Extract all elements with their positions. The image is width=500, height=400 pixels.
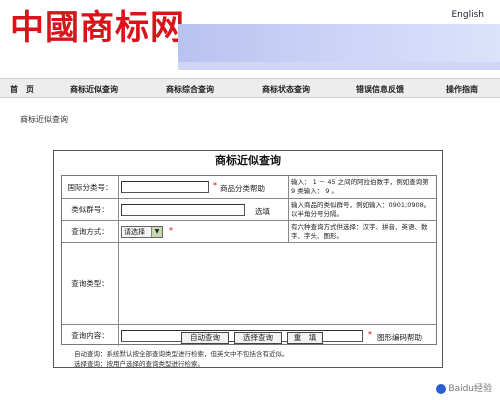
nav-item-guide[interactable]: 操作指南 [446,84,478,95]
class-no-input[interactable] [121,181,209,193]
button-bar: 自动查询 选择查询 重 填 [54,331,442,345]
group-no-input[interactable] [121,204,245,216]
query-mode-select[interactable]: 请选择 ▼ [121,226,163,238]
row-query-mode: 查询方式： 请选择 ▼ * 有六种查询方式供选择：汉字、拼音、英语、数字、字头、… [62,220,436,242]
chevron-down-icon[interactable]: ▼ [151,227,162,237]
breadcrumb: 商标近似查询 [20,115,68,124]
main-nav: 首 页 商标近似查询 商标综合查询 商标状态查询 错误信息反馈 操作指南 [0,78,500,98]
paw-icon [436,383,447,394]
required-star: * [169,226,173,235]
search-panel: 商标近似查询 国际分类号： * 商品分类帮助 输入： 1 － 45 之间的阿拉伯… [53,150,443,368]
nav-item-status-search[interactable]: 商标状态查询 [262,84,310,95]
query-mode-cell: 请选择 ▼ * [119,221,289,242]
group-select-link[interactable]: 选填 [255,206,270,217]
group-no-cell: 选填 [119,199,289,220]
note-select-search: 选择查询：按用户选择的查询类型进行检索。 [74,360,204,368]
group-no-hint: 输入商品的类似群号，例如输入：0901;0908。以半角分号分隔。 [291,201,431,218]
row-query-type: 查询类型： [62,242,436,324]
site-header: 中國商标网 English [0,0,500,76]
class-no-hint: 输入： 1 － 45 之间的阿拉伯数字，例如查询第 9 类输入： 9 。 [291,178,429,195]
class-no-cell: * 商品分类帮助 [119,176,289,198]
query-mode-hint: 有六种查询方式供选择：汉字、拼音、英语、数字、字头、图形。 [291,223,428,240]
english-link[interactable]: English [452,10,485,20]
nav-item-comprehensive-search[interactable]: 商标综合查询 [166,84,214,95]
watermark: Baidu经验 [436,381,492,394]
class-help-link[interactable]: 商品分类帮助 [220,183,265,194]
required-star: * [213,181,217,190]
site-logo[interactable]: 中國商标网 [10,8,185,48]
note-auto-search: 自动查询：系统默认按全部查询类型进行检索，但英文中不包括含有近似。 [74,350,289,358]
panel-title: 商标近似查询 [215,154,281,167]
group-no-label: 类似群号： [62,199,119,220]
query-mode-label: 查询方式： [62,221,119,242]
class-no-label: 国际分类号： [62,176,119,198]
nav-item-home[interactable]: 首 页 [10,84,34,95]
query-type-area[interactable] [119,243,437,324]
reset-button[interactable]: 重 填 [287,332,323,344]
watermark-text: Baidu经验 [448,384,492,394]
auto-search-button[interactable]: 自动查询 [181,332,229,344]
query-type-label: 查询类型： [62,243,119,324]
search-notes: 自动查询：系统默认按全部查询类型进行检索，但英文中不包括含有近似。 选择查询：按… [74,349,289,369]
search-form: 国际分类号： * 商品分类帮助 输入： 1 － 45 之间的阿拉伯数字，例如查询… [61,175,437,346]
row-group-no: 类似群号： 选填 输入商品的类似群号，例如输入：0901;0908。以半角分号分… [62,198,436,220]
row-class-no: 国际分类号： * 商品分类帮助 输入： 1 － 45 之间的阿拉伯数字，例如查询… [62,176,436,198]
select-search-button[interactable]: 选择查询 [234,332,282,344]
nav-item-similar-search[interactable]: 商标近似查询 [70,84,118,95]
query-mode-select-value: 请选择 [124,228,145,236]
nav-item-error-feedback[interactable]: 错误信息反馈 [356,84,404,95]
header-banner [178,24,500,62]
header-banner-strip [178,62,500,70]
